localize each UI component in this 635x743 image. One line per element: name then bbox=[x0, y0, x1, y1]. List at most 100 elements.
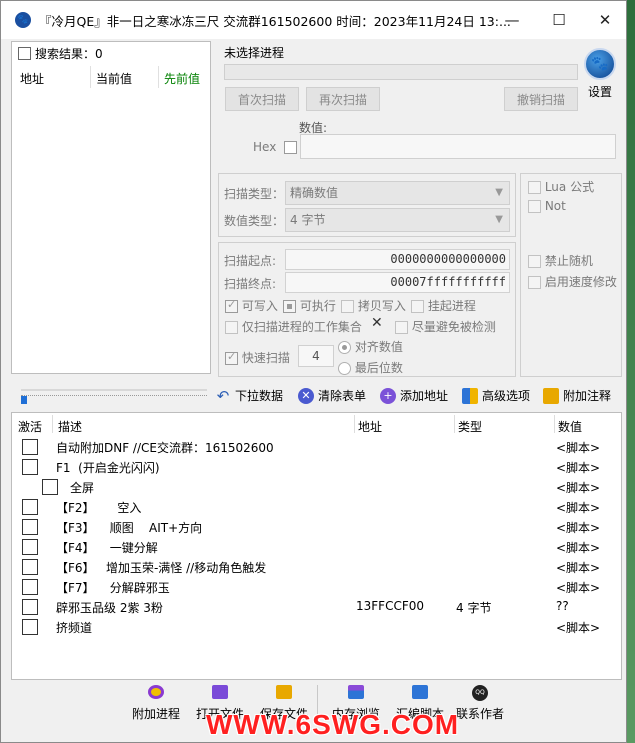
attach-process-button[interactable]: 附加进程 bbox=[132, 685, 180, 722]
row-description: F1 (开启金光闪闪) bbox=[56, 461, 160, 475]
hex-checkbox[interactable] bbox=[284, 141, 297, 154]
writable-option[interactable]: 可写入 bbox=[225, 297, 278, 314]
scan-start-label: 扫描起点: bbox=[224, 254, 277, 268]
add-address-label: 添加地址 bbox=[400, 389, 449, 403]
last-digits-label: 最后位数 bbox=[354, 361, 403, 375]
copy-on-write-option[interactable]: 拷贝写入 bbox=[341, 297, 406, 314]
row-type: 4 字节 bbox=[456, 601, 492, 615]
align-radio[interactable] bbox=[338, 341, 351, 354]
chevron-down-icon: ▼ bbox=[495, 214, 503, 225]
contact-author-button[interactable]: QQ 联系作者 bbox=[456, 685, 504, 722]
value-input[interactable] bbox=[300, 134, 616, 159]
active-checkbox[interactable] bbox=[22, 619, 38, 635]
table-row[interactable]: 挤频道 <脚本> bbox=[12, 617, 621, 637]
next-scan-button[interactable]: 再次扫描 bbox=[306, 87, 380, 111]
add-comment-button[interactable]: 附加注释 bbox=[543, 387, 611, 404]
lua-checkbox[interactable] bbox=[528, 181, 541, 194]
col-address[interactable]: 地址 bbox=[358, 418, 382, 435]
col-description[interactable]: 描述 bbox=[58, 418, 82, 435]
col-address-header[interactable]: 地址 bbox=[20, 70, 44, 87]
table-row[interactable]: 【F7】 分解辟邪玉 <脚本> bbox=[12, 577, 621, 597]
col-divider bbox=[158, 66, 159, 88]
writable-checkbox[interactable] bbox=[225, 298, 238, 313]
value-type-select[interactable]: 4 字节 ▼ bbox=[285, 208, 510, 232]
col-value[interactable]: 数值 bbox=[558, 418, 582, 435]
row-description: 【F4】 一键分解 bbox=[56, 541, 158, 555]
row-description: 【F6】 增加玉荣-满怪 //移动角色触发 bbox=[56, 561, 267, 575]
table-row[interactable]: 【F2】 空入 <脚本> bbox=[12, 497, 621, 517]
suspend-option[interactable]: 挂起进程 bbox=[411, 297, 476, 314]
table-row[interactable]: 【F6】 增加玉荣-满怪 //移动角色触发 <脚本> bbox=[12, 557, 621, 577]
workset-option[interactable]: 仅扫描进程的工作集合 bbox=[225, 318, 362, 335]
table-row[interactable]: 辟邪玉品级 2紫 3粉 13FFCCF00 4 字节?? bbox=[12, 597, 621, 617]
executable-option[interactable]: 可执行 bbox=[283, 297, 336, 314]
not-option[interactable]: Not bbox=[528, 199, 566, 213]
active-checkbox[interactable] bbox=[22, 459, 38, 475]
fast-scan-option[interactable]: 快速扫描 bbox=[225, 349, 290, 366]
not-checkbox[interactable] bbox=[528, 200, 541, 213]
row-description: 【F7】 分解辟邪玉 bbox=[56, 581, 170, 595]
close-icon[interactable]: ✕ bbox=[371, 315, 383, 331]
no-random-option[interactable]: 禁止随机 bbox=[528, 252, 593, 269]
avoid-detect-option[interactable]: 尽量避免被检测 bbox=[395, 318, 496, 335]
results-header: 搜索结果：0 bbox=[18, 45, 103, 62]
fast-scan-input[interactable]: 4 bbox=[298, 345, 334, 367]
advanced-label: 高级选项 bbox=[482, 389, 531, 403]
active-checkbox[interactable] bbox=[42, 479, 58, 495]
copy-on-write-checkbox[interactable] bbox=[341, 300, 354, 313]
scan-type-select[interactable]: 精确数值 ▼ bbox=[285, 181, 510, 205]
lua-option[interactable]: Lua 公式 bbox=[528, 178, 594, 195]
active-checkbox[interactable] bbox=[22, 539, 38, 555]
active-checkbox[interactable] bbox=[22, 439, 38, 455]
advanced-button[interactable]: 高级选项 bbox=[462, 387, 530, 404]
avoid-detect-checkbox[interactable] bbox=[395, 321, 408, 334]
settings-label[interactable]: 设置 bbox=[588, 83, 612, 100]
table-row[interactable]: 全屏 <脚本> bbox=[12, 477, 621, 497]
close-button[interactable]: ✕ bbox=[582, 1, 628, 39]
progress-slider-handle[interactable] bbox=[21, 396, 27, 404]
last-digits-radio[interactable] bbox=[338, 362, 351, 375]
contact-author-label: 联系作者 bbox=[456, 707, 505, 721]
first-scan-button[interactable]: 首次扫描 bbox=[225, 87, 299, 111]
align-option[interactable]: 对齐数值 bbox=[338, 338, 403, 355]
table-row[interactable]: 自动附加DNF //CE交流群：161502600 <脚本> bbox=[12, 437, 621, 457]
table-row[interactable]: 【F4】 一键分解 <脚本> bbox=[12, 537, 621, 557]
folder-icon bbox=[276, 685, 292, 699]
workset-checkbox[interactable] bbox=[225, 321, 238, 334]
speedhack-option[interactable]: 启用速度修改 bbox=[528, 273, 617, 290]
folder-open-icon bbox=[212, 685, 228, 699]
table-row[interactable]: F1 (开启金光闪闪) <脚本> bbox=[12, 457, 621, 477]
settings-paw-icon[interactable]: 🐾 bbox=[584, 48, 616, 80]
results-list[interactable]: 搜索结果：0 地址 当前值 先前值 bbox=[11, 41, 211, 374]
col-current-header[interactable]: 当前值 bbox=[96, 70, 132, 87]
scan-start-input[interactable]: 0000000000000000 bbox=[285, 249, 510, 270]
no-random-checkbox[interactable] bbox=[528, 255, 541, 268]
active-checkbox[interactable] bbox=[22, 559, 38, 575]
executable-checkbox[interactable] bbox=[283, 300, 296, 313]
title-bar[interactable]: 🐾 『冷月QE』非一日之寒冰冻三尺 交流群161502600 时间：2023年1… bbox=[1, 1, 626, 39]
active-checkbox[interactable] bbox=[22, 499, 38, 515]
scan-stop-input[interactable]: 00007fffffffffff bbox=[285, 272, 510, 293]
col-type[interactable]: 类型 bbox=[458, 418, 482, 435]
row-value: <脚本> bbox=[556, 521, 601, 535]
minimize-button[interactable]: — bbox=[489, 1, 535, 39]
col-previous-header[interactable]: 先前值 bbox=[164, 70, 200, 87]
fast-scan-checkbox[interactable] bbox=[225, 350, 238, 365]
undo-scan-button[interactable]: 撤销扫描 bbox=[504, 87, 578, 111]
maximize-button[interactable]: ☐ bbox=[536, 1, 582, 39]
col-active[interactable]: 激活 bbox=[18, 418, 42, 435]
address-table[interactable]: 激活 描述 地址 类型 数值 自动附加DNF //CE交流群：161502600… bbox=[11, 412, 622, 680]
add-address-button[interactable]: + 添加地址 bbox=[380, 387, 448, 404]
active-checkbox[interactable] bbox=[22, 579, 38, 595]
table-row[interactable]: 【F3】 顺图 AIT+方向 <脚本> bbox=[12, 517, 621, 537]
speedhack-checkbox[interactable] bbox=[528, 276, 541, 289]
last-digits-option[interactable]: 最后位数 bbox=[338, 359, 403, 376]
note-icon bbox=[543, 387, 559, 404]
writable-label: 可写入 bbox=[241, 299, 278, 313]
suspend-checkbox[interactable] bbox=[411, 300, 424, 313]
pull-data-button[interactable]: ↶ 下拉数据 bbox=[215, 387, 283, 405]
active-checkbox[interactable] bbox=[22, 599, 38, 615]
row-description: 自动附加DNF //CE交流群：161502600 bbox=[56, 441, 274, 455]
active-checkbox[interactable] bbox=[22, 519, 38, 535]
clear-list-button[interactable]: ✕ 清除表单 bbox=[298, 387, 366, 404]
